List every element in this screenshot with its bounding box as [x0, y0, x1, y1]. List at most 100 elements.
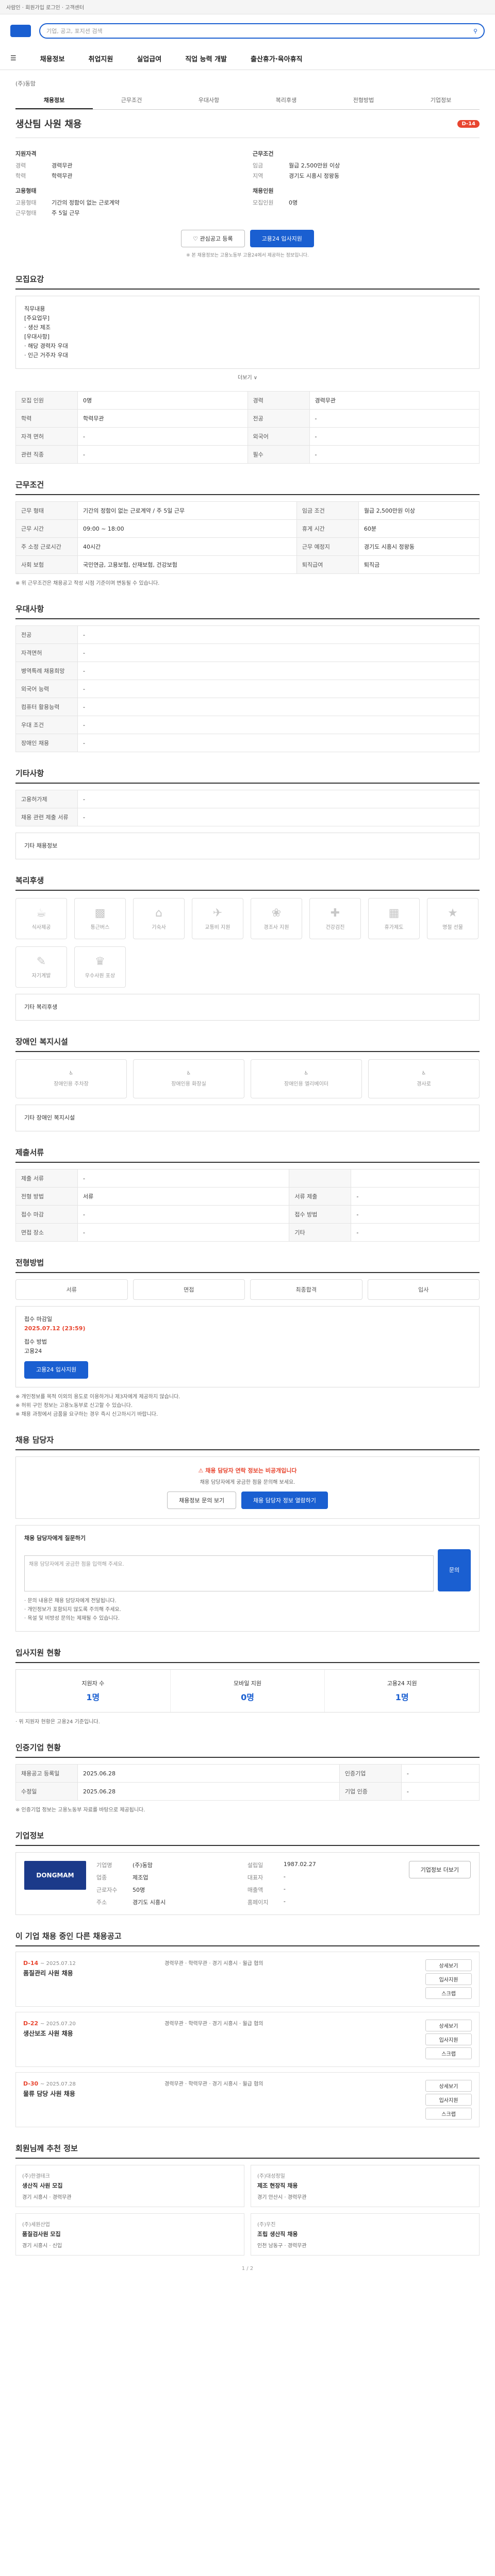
- company-name[interactable]: (주)동맘: [15, 79, 480, 88]
- table-cell: -: [77, 1205, 290, 1224]
- table-row: 우대 조건 -: [15, 716, 480, 734]
- list-item[interactable]: D-22 ~ 2025.07.20 생산보조 사원 채용 경력무관 · 학력무관 …: [15, 2012, 480, 2067]
- table-row: 면접 장소 - 기타 -: [15, 1223, 480, 1242]
- nav-item-jobs[interactable]: 채용정보: [40, 54, 65, 63]
- table-row: 학력 학력무관 전공 -: [15, 409, 480, 428]
- nav-item-leave[interactable]: 출산휴가·육아휴직: [251, 54, 303, 63]
- section-conditions: 근무조건 근무 형태 기간의 정함이 없는 근로계약 / 주 5일 근무 임금 조건…: [15, 479, 480, 588]
- job-item-title[interactable]: 물류 담당 사원 채용: [23, 2089, 157, 2098]
- view-contact-button[interactable]: 채용 담당자 정보 열람하기: [241, 1492, 328, 1509]
- company-more-button[interactable]: 기업정보 더보기: [408, 1861, 471, 1878]
- search-input[interactable]: 기업, 공고, 포지션 검색 ⚲: [39, 23, 485, 39]
- table-header: 병역특례 채용희망: [15, 662, 78, 680]
- recommend-card[interactable]: (주)세원산업 품질검사원 모집 경기 시흥시 · 신입: [15, 2213, 244, 2256]
- tab-welfare[interactable]: 복리후생: [248, 92, 325, 109]
- company-info: 기업명 (주)동맘 설립일 1987.02.27 업종 제조업 대표자 - 근로자수 50명 매…: [96, 1861, 399, 1906]
- summary-key: 경력: [15, 162, 26, 169]
- table-row: 근무 시간 09:00 ~ 18:00 휴게 시간 60분: [15, 519, 480, 538]
- recommend-card[interactable]: (주)우진 조립 생산직 채용 인천 남동구 · 경력무관: [251, 2213, 480, 2256]
- summary-value: 경기도 시흥시 정왕동: [289, 173, 340, 179]
- welfare-note: 기타 복리후생: [24, 1004, 58, 1010]
- job-date: ~ 2025.07.28: [40, 2081, 76, 2087]
- welfare-label: 기숙사: [152, 925, 166, 930]
- detail-button[interactable]: 상세보기: [425, 2080, 472, 2092]
- tab-conditions[interactable]: 근무조건: [93, 92, 170, 109]
- welfare-label: 통근버스: [90, 925, 110, 930]
- apply-small-button[interactable]: 입사지원: [425, 2033, 472, 2045]
- scrap-button[interactable]: ♡ 관심공고 등록: [181, 230, 245, 247]
- disability-item: ♿ 경사로: [368, 1059, 480, 1098]
- table-header: 제출 서류: [15, 1169, 78, 1188]
- table-header: 학력: [15, 409, 78, 428]
- section-company: 기업정보 DONGMAM 기업명 (주)동맘 설립일 1987.02.27 업종 제조업…: [15, 1830, 480, 1915]
- recommend-grid: (주)한결테크 생산직 사원 모집 경기 시흥시 · 경력무관 (주)대성정밀 제조 …: [15, 2165, 480, 2256]
- disability-item: ♿ 장애인용 주차장: [15, 1059, 127, 1098]
- apply-button-secondary[interactable]: 고용24 입사지원: [24, 1361, 89, 1379]
- table-row: 장애인 채용 -: [15, 734, 480, 752]
- qa-notes: · 문의 내용은 채용 담당자에게 전달됩니다. · 개인정보가 포함되지 않도…: [24, 1597, 471, 1623]
- nav-item-benefits[interactable]: 실업급여: [137, 54, 161, 63]
- job-item-actions: 상세보기입사지원스크랩: [425, 2080, 472, 2120]
- summary-row: 모집인원 0명: [253, 198, 480, 208]
- recommend-card[interactable]: (주)한결테크 생산직 사원 모집 경기 시흥시 · 경력무관: [15, 2165, 244, 2207]
- duty-line: [주요업무]: [24, 315, 50, 321]
- company-logo[interactable]: DONGMAM: [24, 1861, 86, 1890]
- table-header: 자격면허: [15, 643, 78, 662]
- welfare-label: 건강검진: [325, 925, 345, 930]
- job-item-title[interactable]: 품질관리 사원 채용: [23, 1969, 157, 1977]
- disability-label: 장애인용 엘리베이터: [284, 1081, 328, 1087]
- table-header: 근무 시간: [15, 519, 78, 538]
- list-item[interactable]: D-30 ~ 2025.07.28 물류 담당 사원 채용 경력무관 · 학력무관…: [15, 2072, 480, 2127]
- welfare-note-box: 기타 복리후생: [15, 994, 480, 1021]
- cert-table: 채용공고 등록일 2025.06.28 인증기업 - 수정일 2025.06.28 기업 …: [15, 1764, 480, 1801]
- tab-recruit[interactable]: 채용정보: [15, 92, 93, 109]
- table-row: 모집 인원 0명 경력 경력무관: [15, 391, 480, 410]
- source-notice: ※ 본 채용정보는 고용노동부 고용24에서 제공하는 정보입니다.: [186, 253, 309, 258]
- disability-grid: ♿ 장애인용 주차장 ♿ 장애인용 화장실 ♿ 장애인용 엘리베이터 ♿ 경사로: [15, 1059, 480, 1098]
- disability-item: ♿ 장애인용 엘리베이터: [251, 1059, 362, 1098]
- scrap-small-button[interactable]: 스크랩: [425, 1987, 472, 1999]
- scrap-small-button[interactable]: 스크랩: [425, 2047, 472, 2059]
- job-item-meta: 경력무관 · 학력무관 · 경기 시흥시 · 월급 협의: [164, 2021, 263, 2027]
- apply-small-button[interactable]: 입사지원: [425, 1973, 472, 1985]
- job-dday: D-14: [23, 1960, 39, 1967]
- section-recruit: 모집요강 직무내용 [주요업무] · 생산 제조 [우대사항] · 해당 경력자…: [15, 274, 480, 464]
- scrap-small-button[interactable]: 스크랩: [425, 2108, 472, 2120]
- table-row: 근무 형태 기간의 정함이 없는 근로계약 / 주 5일 근무 임금 조건 월급 2,…: [15, 501, 480, 520]
- apply-small-button[interactable]: 입사지원: [425, 2094, 472, 2106]
- apply-button[interactable]: 고용24 입사지원: [250, 230, 314, 247]
- qa-textarea[interactable]: 채용 담당자에게 궁금한 점을 입력해 주세요.: [24, 1555, 434, 1591]
- alert-icon: ⚠: [198, 1467, 206, 1474]
- site-logo[interactable]: [10, 25, 31, 37]
- tab-process[interactable]: 전형방법: [325, 92, 402, 109]
- table-cell: 퇴직금: [358, 555, 480, 574]
- search-icon[interactable]: ⚲: [473, 28, 477, 35]
- welfare-item: ▦ 휴가제도: [368, 898, 420, 939]
- table-cell: -: [77, 625, 480, 644]
- house-icon: ⌂: [155, 907, 162, 920]
- view-inquiry-button[interactable]: 채용정보 문의 보기: [167, 1492, 237, 1509]
- nav-item-support[interactable]: 취업지원: [89, 54, 113, 63]
- qa-send-button[interactable]: 문의: [437, 1549, 471, 1591]
- more-button[interactable]: 더보기 ∨: [15, 369, 480, 385]
- tab-company[interactable]: 기업정보: [402, 92, 480, 109]
- nav-item-training[interactable]: 직업 능력 개발: [185, 54, 227, 63]
- nav-menu-icon[interactable]: ☰: [10, 55, 16, 62]
- table-header: 자격 면허: [15, 427, 78, 446]
- job-item-actions: 상세보기입사지원스크랩: [425, 2020, 472, 2059]
- detail-button[interactable]: 상세보기: [425, 1959, 472, 1971]
- table-header: 기타: [289, 1223, 352, 1242]
- apply-note: ※ 허위 구인 정보는 고용노동부로 신고할 수 있습니다.: [15, 1403, 133, 1409]
- process-steps: 서류 면접 최종합격 입사: [15, 1279, 480, 1300]
- recommend-card[interactable]: (주)대성정밀 제조 현장직 채용 경기 안산시 · 경력무관: [251, 2165, 480, 2207]
- table-row: 병역특례 채용희망 -: [15, 662, 480, 680]
- company-value: -: [283, 1886, 286, 1892]
- detail-button[interactable]: 상세보기: [425, 2020, 472, 2031]
- pagination[interactable]: 1 / 2: [15, 2266, 480, 2272]
- table-header: 채용공고 등록일: [15, 1764, 78, 1783]
- job-item-title[interactable]: 생산보조 사원 채용: [23, 2029, 157, 2038]
- table-cell: -: [77, 427, 248, 446]
- tab-preferences[interactable]: 우대사항: [170, 92, 248, 109]
- list-item[interactable]: D-14 ~ 2025.07.12 품질관리 사원 채용 경력무관 · 학력무관 …: [15, 1952, 480, 2007]
- work-table: 근무 형태 기간의 정함이 없는 근로계약 / 주 5일 근무 임금 조건 월급 2,…: [15, 501, 480, 574]
